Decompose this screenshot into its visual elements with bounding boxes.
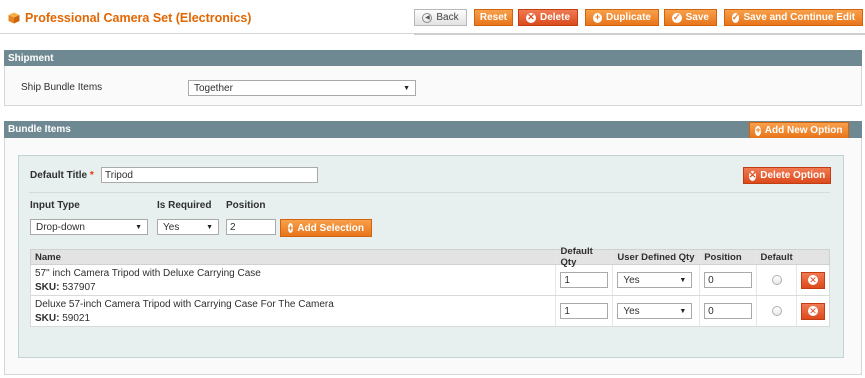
- bundle-items-section-title: Bundle Items: [8, 124, 71, 135]
- col-header-default: Default: [757, 250, 798, 264]
- duplicate-button[interactable]: + Duplicate: [585, 9, 659, 26]
- selections-grid: Name Default Qty User Defined Qty Positi…: [30, 246, 830, 327]
- user-defined-qty-select[interactable]: Yes ▼: [617, 272, 693, 288]
- duplicate-button-label: Duplicate: [605, 12, 651, 23]
- bundle-items-section-header: Bundle Items: [4, 121, 862, 138]
- delete-selection-button[interactable]: ✕: [801, 271, 825, 289]
- chevron-down-icon: ▼: [206, 223, 213, 231]
- col-header-user-defined-qty: User Defined Qty: [613, 250, 701, 264]
- position-cell: 0: [700, 296, 758, 326]
- toolbar-divider: [414, 33, 865, 35]
- position-label: Position: [226, 200, 266, 211]
- page-title-text: Professional Camera Set (Electronics): [25, 11, 252, 25]
- default-radio[interactable]: [771, 306, 782, 316]
- shipment-section-title: Shipment: [8, 52, 54, 64]
- save-and-continue-button[interactable]: ✓ Save and Continue Edit: [724, 9, 863, 26]
- selection-name: Deluxe 57-inch Camera Tripod with Carryi…: [35, 298, 334, 310]
- default-radio[interactable]: [771, 275, 782, 285]
- option-position-value: 2: [230, 221, 236, 233]
- action-cell: ✕: [797, 296, 829, 326]
- selection-name: 57" inch Camera Tripod with Deluxe Carry…: [35, 267, 261, 279]
- plus-icon: +: [288, 222, 294, 233]
- reset-button-label: Reset: [479, 12, 508, 23]
- action-cell: ✕: [797, 265, 829, 295]
- plus-icon: +: [755, 125, 761, 136]
- input-type-label: Input Type: [30, 200, 80, 211]
- delete-option-label: Delete Option: [760, 170, 826, 181]
- delete-button[interactable]: ✕ Delete: [518, 9, 578, 26]
- default-title-label-text: Default Title: [30, 170, 88, 181]
- cube-icon: [8, 12, 20, 24]
- default-title-label: Default Title *: [30, 170, 94, 181]
- option-divider: [29, 192, 830, 193]
- is-required-label: Is Required: [157, 200, 212, 211]
- default-qty-cell: 1: [556, 265, 614, 295]
- shipment-section-body: [4, 66, 862, 106]
- input-type-select[interactable]: Drop-down ▼: [30, 219, 148, 235]
- ship-bundle-items-select[interactable]: Together ▼: [188, 80, 416, 96]
- add-selection-label: Add Selection: [297, 222, 364, 234]
- reset-button[interactable]: Reset: [474, 9, 513, 26]
- position-cell: 0: [700, 265, 758, 295]
- plus-icon: +: [593, 12, 602, 23]
- selection-sku: SKU: 59021: [35, 312, 91, 324]
- add-selection-button[interactable]: + Add Selection: [280, 219, 372, 237]
- selection-name-cell: 57" inch Camera Tripod with Deluxe Carry…: [31, 265, 557, 295]
- table-row: 57" inch Camera Tripod with Deluxe Carry…: [30, 265, 830, 296]
- ship-bundle-items-label: Ship Bundle Items: [21, 82, 103, 93]
- delete-button-label: Delete: [539, 12, 570, 23]
- save-and-continue-label: Save and Continue Edit: [743, 12, 856, 23]
- selection-position-input[interactable]: 0: [704, 303, 753, 319]
- input-type-value: Drop-down: [36, 221, 85, 233]
- delete-icon: ✕: [808, 305, 818, 316]
- col-header-default-qty: Default Qty: [557, 246, 614, 268]
- checkmark-icon: ✓: [731, 12, 740, 23]
- user-defined-qty-cell: Yes ▼: [613, 296, 701, 326]
- save-button[interactable]: ✓ Save: [664, 9, 717, 26]
- default-qty-cell: 1: [556, 296, 614, 326]
- checkmark-icon: ✓: [672, 12, 682, 23]
- back-arrow-icon: ◀: [422, 12, 433, 23]
- shipment-section-header: Shipment: [4, 50, 862, 66]
- is-required-select[interactable]: Yes ▼: [157, 219, 219, 235]
- col-header-position: Position: [700, 250, 758, 264]
- selection-sku: SKU: 537907: [35, 281, 96, 293]
- chevron-down-icon: ▼: [403, 84, 410, 92]
- is-required-value: Yes: [163, 221, 180, 233]
- delete-icon: ✕: [808, 274, 818, 285]
- option-position-input[interactable]: 2: [226, 219, 276, 235]
- default-title-input[interactable]: Tripod: [101, 167, 318, 183]
- required-asterisk: *: [89, 170, 94, 181]
- default-title-value: Tripod: [105, 169, 133, 181]
- default-cell: [757, 296, 797, 326]
- ship-bundle-items-value: Together: [194, 82, 233, 94]
- table-row: Deluxe 57-inch Camera Tripod with Carryi…: [30, 296, 830, 327]
- chevron-down-icon: ▼: [135, 223, 142, 231]
- col-header-name: Name: [31, 250, 557, 264]
- default-cell: [757, 265, 797, 295]
- col-header-actions: [797, 250, 829, 264]
- user-defined-qty-select[interactable]: Yes ▼: [617, 303, 693, 319]
- back-button[interactable]: ◀ Back: [414, 9, 467, 26]
- add-new-option-button[interactable]: + Add New Option: [749, 122, 849, 139]
- save-button-label: Save: [685, 12, 709, 23]
- grid-header-row: Name Default Qty User Defined Qty Positi…: [30, 246, 830, 268]
- selection-name-cell: Deluxe 57-inch Camera Tripod with Carryi…: [31, 296, 557, 326]
- user-defined-qty-cell: Yes ▼: [613, 265, 701, 295]
- default-qty-input[interactable]: 1: [560, 303, 609, 319]
- delete-selection-button[interactable]: ✕: [801, 302, 825, 320]
- delete-icon: ✕: [526, 12, 536, 23]
- back-button-label: Back: [436, 12, 459, 23]
- delete-icon: ✕: [748, 170, 757, 181]
- selection-position-input[interactable]: 0: [704, 272, 753, 288]
- chevron-down-icon: ▼: [679, 307, 687, 315]
- default-qty-input[interactable]: 1: [560, 272, 609, 288]
- delete-option-button[interactable]: ✕ Delete Option: [743, 167, 831, 184]
- chevron-down-icon: ▼: [679, 276, 687, 284]
- add-new-option-label: Add New Option: [764, 125, 843, 136]
- page-title: Professional Camera Set (Electronics): [8, 9, 251, 27]
